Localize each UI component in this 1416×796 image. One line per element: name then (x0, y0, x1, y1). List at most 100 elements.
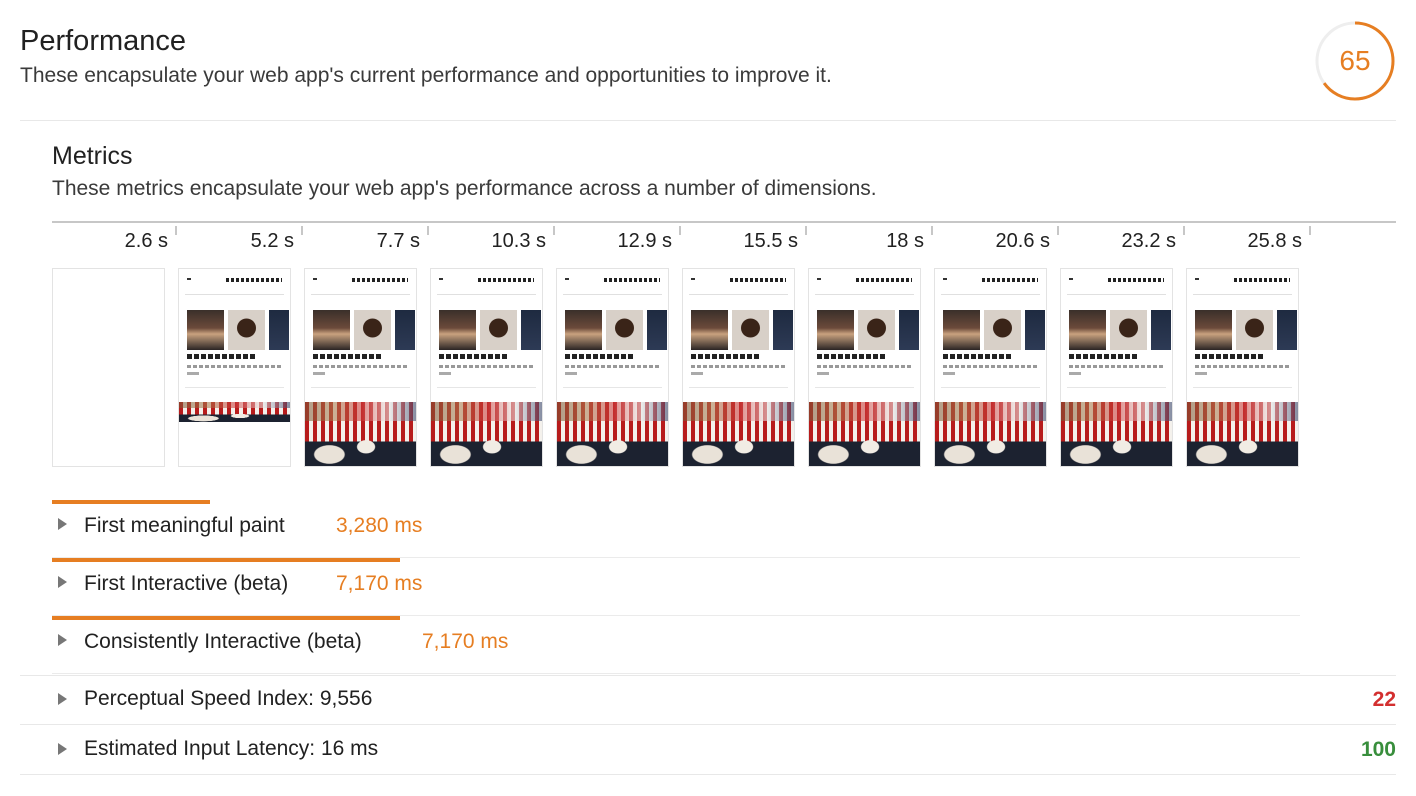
frame-thumbnail-part (1069, 365, 1164, 368)
frame-thumbnail-part (1195, 365, 1290, 368)
frame-thumbnail-part (1110, 310, 1147, 350)
frame-thumbnail-part (984, 310, 1021, 350)
expand-arrow-icon[interactable] (58, 518, 67, 530)
frame-thumbnail-part (313, 372, 325, 375)
frame-thumbnail-part (313, 354, 383, 359)
frame-thumbnail-part (179, 402, 290, 422)
metric-bar (52, 558, 400, 562)
frame-thumbnail-part (817, 278, 912, 282)
filmstrip-frame (1186, 268, 1299, 467)
frame-thumbnail-part (565, 372, 577, 375)
frame-thumbnail-part (313, 278, 408, 282)
metric-name: First meaningful paint (84, 514, 285, 537)
metric-row-first-meaningful-paint[interactable]: First meaningful paint 3,280 ms (52, 500, 1300, 558)
frame-thumbnail-part (1277, 310, 1297, 350)
timeline-tick-label: 7.7 s (376, 230, 420, 252)
audit-name: Perceptual Speed Index: 9,556 (84, 687, 373, 710)
timeline-tick: 2.6 s (52, 224, 178, 254)
audit-name: Estimated Input Latency: 16 ms (84, 737, 379, 760)
timeline-tick-label: 10.3 s (491, 230, 546, 252)
frame-thumbnail-part (311, 294, 410, 295)
filmstrip-frame (430, 268, 543, 467)
metric-row-consistently-interactive[interactable]: Consistently Interactive (beta) 7,170 ms (52, 616, 1300, 674)
frame-thumbnail-part (773, 310, 793, 350)
frame-thumbnail-part (313, 365, 408, 368)
frame-thumbnail-part (1069, 372, 1081, 375)
timeline-tick-mark (427, 226, 429, 235)
frame-thumbnail-part (943, 278, 1038, 282)
metrics-title: Metrics (52, 142, 133, 170)
timeline-tick-mark (1183, 226, 1185, 235)
timeline-tick-mark (175, 226, 177, 235)
frame-thumbnail-part (565, 310, 602, 350)
timeline-tick-label: 23.2 s (1121, 230, 1176, 252)
frame-thumbnail-part (187, 278, 282, 282)
frame-thumbnail-part (1236, 310, 1273, 350)
frame-thumbnail-part (437, 387, 536, 388)
audit-row-estimated-input-latency[interactable]: Estimated Input Latency: 16 ms 100 (52, 725, 1396, 775)
filmstrip-frame (934, 268, 1047, 467)
timeline-tick: 15.5 s (682, 224, 808, 254)
frame-thumbnail-part (187, 372, 199, 375)
frame-thumbnail-part (185, 387, 284, 388)
frame-thumbnail-part (439, 365, 534, 368)
timeline-tick-mark (805, 226, 807, 235)
timeline-tick-label: 5.2 s (250, 230, 294, 252)
timeline-tick: 12.9 s (556, 224, 682, 254)
score-value: 65 (1339, 45, 1371, 76)
metric-value: 3,280 ms (336, 514, 423, 537)
frame-thumbnail-part (1061, 402, 1172, 466)
frame-thumbnail-part (185, 294, 284, 295)
frame-thumbnail-part (439, 310, 476, 350)
timeline-tick-label: 18 s (886, 230, 924, 252)
frame-thumbnail-part (1025, 310, 1045, 350)
frame-thumbnail-part (943, 372, 955, 375)
audit-row-perceptual-speed-index[interactable]: Perceptual Speed Index: 9,556 22 (52, 675, 1396, 725)
frame-thumbnail-part (691, 310, 728, 350)
timeline-tick: 25.8 s (1186, 224, 1312, 254)
frame-thumbnail-part (563, 294, 662, 295)
timeline-tick-mark (1057, 226, 1059, 235)
metric-row-first-interactive[interactable]: First Interactive (beta) 7,170 ms (52, 558, 1300, 616)
frame-thumbnail-part (1187, 402, 1298, 466)
timeline-tick-label: 25.8 s (1247, 230, 1302, 252)
frame-thumbnail-part (941, 387, 1040, 388)
frame-thumbnail-part (1195, 278, 1290, 282)
frame-thumbnail-part (817, 372, 829, 375)
frame-thumbnail-part (809, 402, 920, 466)
frame-thumbnail-part (1195, 354, 1265, 359)
filmstrip-frame (178, 268, 291, 467)
audit-score: 22 (1372, 688, 1396, 711)
frame-thumbnail-part (395, 310, 415, 350)
expand-arrow-icon[interactable] (58, 743, 67, 755)
frame-thumbnail-part (815, 387, 914, 388)
timeline-tick-label: 12.9 s (617, 230, 672, 252)
metric-bar (52, 500, 210, 504)
filmstrip-frame (808, 268, 921, 467)
frame-thumbnail-part (858, 310, 895, 350)
frame-thumbnail-part (521, 310, 541, 350)
frame-thumbnail-part (943, 365, 1038, 368)
frame-thumbnail-part (439, 372, 451, 375)
frame-thumbnail-part (689, 294, 788, 295)
timeline-tick-mark (931, 226, 933, 235)
frame-thumbnail-part (437, 294, 536, 295)
timeline-tick-mark (679, 226, 681, 235)
frame-thumbnail-part (565, 354, 635, 359)
expand-arrow-icon[interactable] (58, 576, 67, 588)
timeline-tick-mark (553, 226, 555, 235)
metric-name: First Interactive (beta) (84, 572, 289, 595)
frame-thumbnail-part (689, 387, 788, 388)
frame-thumbnail-part (647, 310, 667, 350)
frame-thumbnail-part (815, 294, 914, 295)
expand-arrow-icon[interactable] (58, 634, 67, 646)
timeline-tick: 18 s (808, 224, 934, 254)
divider (20, 774, 1396, 775)
frame-thumbnail-part (1193, 387, 1292, 388)
frame-thumbnail-part (691, 372, 703, 375)
frame-thumbnail-part (1069, 278, 1164, 282)
frame-thumbnail-part (941, 294, 1040, 295)
frame-thumbnail-part (565, 278, 660, 282)
expand-arrow-icon[interactable] (58, 693, 67, 705)
category-title: Performance (20, 25, 187, 57)
